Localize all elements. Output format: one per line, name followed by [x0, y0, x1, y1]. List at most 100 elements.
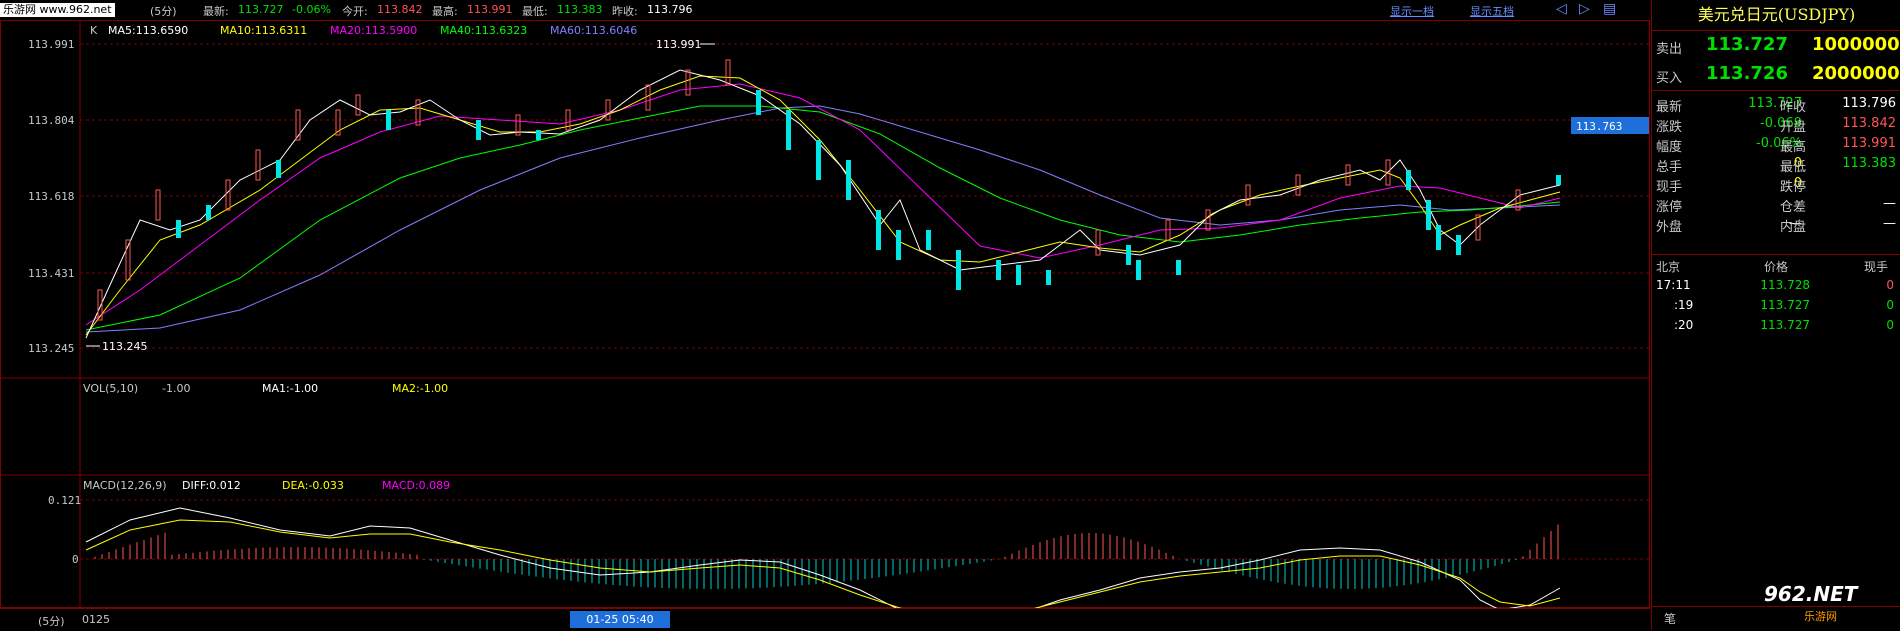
period-label[interactable]: (5分) — [150, 3, 177, 19]
sell-price: 113.727 — [1706, 34, 1788, 55]
ma60-label: MA60:113.6046 — [550, 24, 637, 37]
time-axis-bar: (5分) 0125 01-25 05:40 — [0, 608, 1650, 631]
buy-label: 买入 — [1656, 71, 1683, 86]
stat-value-right: 113.383 — [1842, 156, 1896, 171]
logo-subtext: 乐游网 — [1804, 610, 1837, 623]
y-tick-2: 113.618 — [28, 190, 74, 203]
next-arrow-icon[interactable]: ▷ — [1579, 1, 1590, 17]
stat-value-right: 113.842 — [1842, 116, 1896, 131]
show-five-level-link[interactable]: 显示五档 — [1470, 3, 1514, 19]
footer-label[interactable]: 笔 — [1664, 610, 1676, 627]
sell-volume: 1000000 — [1812, 34, 1900, 55]
bottom-period-label[interactable]: (5分) — [38, 613, 65, 629]
chart-panel[interactable]: 113.991 113.804 113.618 113.431 113.245 … — [0, 20, 1650, 608]
show-one-level-link[interactable]: 显示一档 — [1390, 3, 1434, 19]
instrument-title: 美元兑日元(USDJPY) — [1652, 0, 1900, 31]
open-label: 今开: — [342, 5, 368, 18]
vol-value: -1.00 — [162, 382, 190, 395]
stat-label-left: 涨跌 — [1656, 120, 1683, 135]
low-marker-label: 113.245 — [102, 340, 148, 353]
quote-panel: 美元兑日元(USDJPY) 卖出 113.727 1000000 买入 113.… — [1651, 0, 1900, 630]
y-tick-4: 113.245 — [28, 342, 74, 355]
stat-label-left: 总手 — [1656, 160, 1683, 175]
stat-value-right: — — [1883, 196, 1896, 211]
stat-label-right: 内盘 — [1780, 220, 1807, 235]
stat-label-right: 最低 — [1780, 160, 1807, 175]
latest-label: 最新: — [203, 5, 229, 18]
open-value: 113.842 — [377, 3, 423, 16]
ma40-line — [85, 105, 1561, 331]
macd-y-zero: 0 — [72, 553, 79, 566]
ma60-line — [85, 105, 1561, 333]
tick-price: 113.728 — [1760, 278, 1810, 292]
latest-value: 113.727 — [238, 3, 284, 16]
macd-diff-line — [85, 507, 1561, 608]
macd-label: MACD(12,26,9) — [83, 479, 167, 492]
stat-label-left: 涨停 — [1656, 200, 1683, 215]
stat-label-right: 仓差 — [1780, 200, 1807, 215]
tick-price: 113.727 — [1760, 318, 1810, 332]
buy-row: 买入 113.726 2000000 — [1652, 63, 1900, 86]
tick-hands: 0 — [1886, 318, 1894, 332]
ticks-header: 北京 价格 现手 — [1652, 258, 1900, 278]
cursor-time-label: 01-25 05:40 — [570, 611, 670, 628]
ticks-header-place: 北京 — [1656, 260, 1681, 274]
site-logo: 962.NET 乐游网 — [1760, 578, 1900, 626]
quote-stat-row: 现手 0 跌停 — [1652, 176, 1900, 196]
ticks-header-hands: 现手 — [1864, 260, 1889, 274]
macd-dea: DEA:-0.033 — [282, 479, 344, 492]
change-percent: -0.06% — [292, 3, 331, 16]
current-price-value: 113.763 — [1576, 120, 1622, 133]
y-tick-3: 113.431 — [28, 267, 74, 280]
candlesticks — [97, 59, 1561, 321]
high-marker-label: 113.991 — [656, 38, 702, 51]
stat-label-left: 幅度 — [1656, 140, 1683, 155]
quote-stat-row: 涨停 仓差 — — [1652, 196, 1900, 216]
watermark: 乐游网 www.962.net — [0, 3, 115, 17]
quote-stat-row: 涨跌 -0.069 开盘 113.842 — [1652, 116, 1900, 136]
quote-stat-row: 总手 0 最低 113.383 — [1652, 156, 1900, 176]
prev-arrow-icon[interactable]: ◁ — [1556, 1, 1567, 17]
layout-toggle-icon[interactable]: ▤ — [1603, 1, 1616, 17]
high-value: 113.991 — [467, 3, 513, 16]
ticks-header-price: 价格 — [1764, 260, 1789, 274]
vol-ma1: MA1:-1.00 — [262, 382, 318, 395]
low-value: 113.383 — [557, 3, 603, 16]
k-label: K — [90, 24, 98, 37]
stat-value-right: — — [1883, 216, 1896, 231]
tick-time: :19 — [1674, 298, 1694, 312]
tick-hands: 0 — [1886, 278, 1894, 292]
vol-label: VOL(5,10) — [83, 382, 138, 395]
y-tick-1: 113.804 — [28, 114, 75, 127]
ma10-label: MA10:113.6311 — [220, 24, 307, 37]
macd-value: MACD:0.089 — [382, 479, 450, 492]
vol-ma2: MA2:-1.00 — [392, 382, 448, 395]
buy-price: 113.726 — [1706, 63, 1788, 84]
macd-y-top: 0.121 — [48, 494, 81, 507]
prev-close-value: 113.796 — [647, 3, 693, 16]
tick-hands: 0 — [1886, 298, 1894, 312]
stat-label-right: 跌停 — [1780, 180, 1807, 195]
prev-close-label: 昨收: — [612, 5, 638, 18]
stat-label-left: 外盘 — [1656, 220, 1683, 235]
tick-row: :20 113.727 0 — [1652, 318, 1900, 338]
ma20-label: MA20:113.5900 — [330, 24, 417, 37]
buy-volume: 2000000 — [1812, 63, 1900, 84]
stat-label-right: 开盘 — [1780, 120, 1807, 135]
y-tick-0: 113.991 — [28, 38, 74, 51]
tick-row: :19 113.727 0 — [1652, 298, 1900, 318]
tick-row: 17:11 113.728 0 — [1652, 278, 1900, 298]
quote-info-bar: 乐游网 www.962.net (5分) 最新: 113.727 -0.06% … — [0, 0, 1650, 21]
tick-price: 113.727 — [1760, 298, 1810, 312]
quote-stat-row: 幅度 -0.06% 最高 113.991 — [1652, 136, 1900, 156]
ma20-line — [85, 83, 1561, 326]
ma40-label: MA40:113.6323 — [440, 24, 527, 37]
tick-time: 17:11 — [1656, 278, 1691, 292]
sell-label: 卖出 — [1656, 42, 1683, 57]
ma5-label: MA5:113.6590 — [108, 24, 188, 37]
quote-stat-row: 最新 113.727 昨收 113.796 — [1652, 96, 1900, 116]
tick-time: :20 — [1674, 318, 1694, 332]
stat-value-right: 113.796 — [1842, 96, 1896, 111]
stat-label-right: 昨收 — [1780, 100, 1807, 115]
logo-text: 962.NET — [1764, 582, 1858, 606]
